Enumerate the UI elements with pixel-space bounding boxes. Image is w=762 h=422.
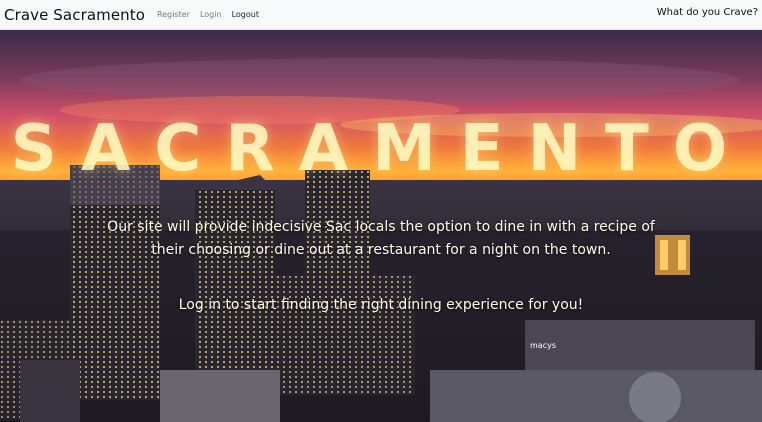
- hero-title: SACRAMENTO: [10, 112, 752, 186]
- top-navbar: Crave Sacramento Register Login Logout W…: [0, 0, 762, 30]
- nav-register-link[interactable]: Register: [157, 10, 190, 19]
- hero-call-to-action: Log in to start finding the right dining…: [178, 297, 584, 313]
- nav-login-link[interactable]: Login: [200, 10, 222, 19]
- crave-menu-link[interactable]: What do you Crave?: [657, 7, 758, 18]
- hero-description: Our site will provide indecisive Sac loc…: [107, 219, 655, 258]
- brand-link[interactable]: Crave Sacramento: [4, 6, 145, 24]
- macys-sign: macys: [530, 341, 556, 350]
- nav-logout-link[interactable]: Logout: [232, 10, 259, 19]
- hero-section: macys SACRAMENTO Our site will provide i…: [0, 30, 762, 422]
